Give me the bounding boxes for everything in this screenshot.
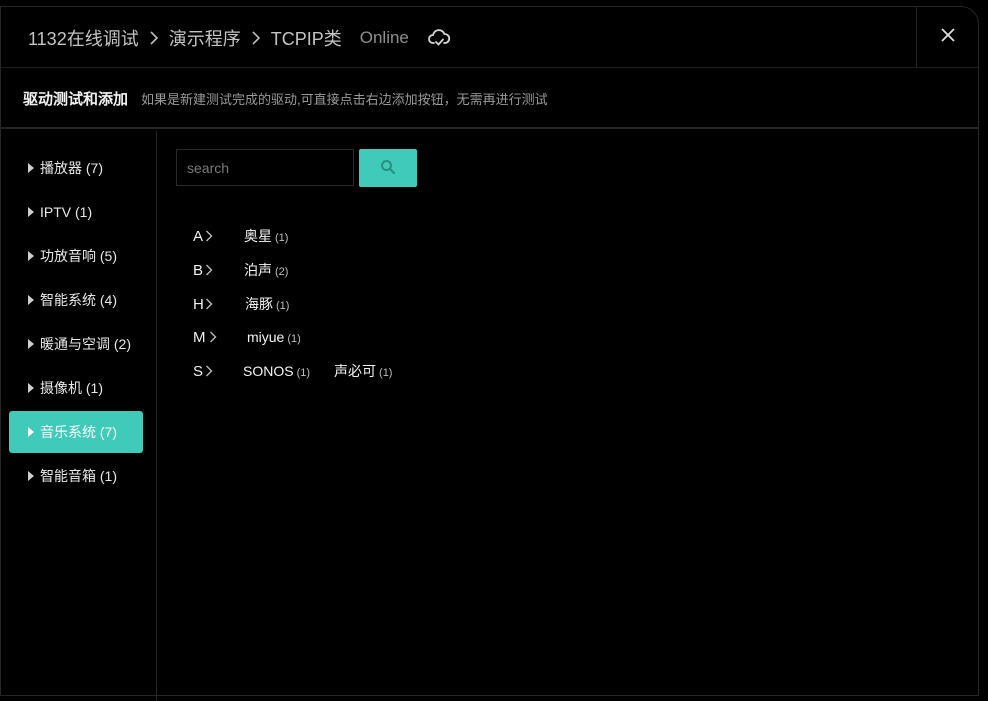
brand-item[interactable]: miyue (1) <box>247 329 301 345</box>
chevron-right-icon <box>205 229 217 243</box>
letter-group-h: H 海豚 (1) <box>193 294 289 314</box>
sidebar-item-hvac[interactable]: 暖通与空调 (2) <box>9 323 143 365</box>
breadcrumb: 1132在线调试 演示程序 TCPIP类 Online <box>28 25 451 51</box>
letter-group-s: S SONOS (1) 声必可 (1) <box>193 361 392 381</box>
search-input[interactable] <box>176 149 354 186</box>
sidebar-item-label: 摄像机 (1) <box>40 380 103 396</box>
sidebar-item-smart-system[interactable]: 智能系统 (4) <box>9 279 143 321</box>
sidebar-item-music-system[interactable]: 音乐系统 (7) <box>9 411 143 453</box>
online-status: Online <box>359 28 409 47</box>
sidebar-item-label: 智能音箱 (1) <box>40 468 117 484</box>
group-letter: S <box>193 362 204 380</box>
group-letter: A <box>193 227 204 245</box>
brand-list-area: A 奥星(1) B 泊声(2) H 海豚(1) M miyue(1) S SON… <box>158 131 978 695</box>
brand-name: 泊声 <box>244 262 272 278</box>
cloud-check-icon <box>427 26 451 50</box>
sidebar-item-iptv[interactable]: IPTV (1) <box>9 191 143 233</box>
caret-right-icon <box>28 251 34 261</box>
brand-item[interactable]: 奥星 (1) <box>244 226 288 246</box>
breadcrumb-item-tcpip: TCPIP类 <box>270 29 342 49</box>
chevron-right-icon <box>143 27 165 49</box>
caret-right-icon <box>28 339 34 349</box>
group-letter: M <box>193 328 206 346</box>
sidebar-item-player[interactable]: 播放器 (7) <box>9 147 143 189</box>
section-hint: 如果是新建测试完成的驱动,可直接点击右边添加按钮，无需再进行测试 <box>141 91 548 107</box>
close-icon <box>940 28 955 47</box>
search-icon <box>380 159 396 178</box>
sidebar-item-label: 音乐系统 (7) <box>40 424 117 440</box>
brand-count: (1) <box>287 333 301 345</box>
breadcrumb-item-debug[interactable]: 1132在线调试 <box>28 25 139 51</box>
brand-name: 声必可 <box>334 363 377 379</box>
chevron-right-icon <box>205 297 217 311</box>
brand-name: SONOS <box>243 363 294 379</box>
brand-item[interactable]: 泊声 (2) <box>244 260 288 280</box>
sidebar-item-camera[interactable]: 摄像机 (1) <box>9 367 143 409</box>
group-letter: H <box>193 295 204 313</box>
sidebar-item-smart-speaker[interactable]: 智能音箱 (1) <box>9 455 143 497</box>
brand-count: (2) <box>275 266 289 278</box>
brand-name: 奥星 <box>244 228 272 244</box>
close-button[interactable] <box>916 7 978 68</box>
section-title: 驱动测试和添加 <box>23 90 129 108</box>
sidebar-item-label: 智能系统 (4) <box>40 292 117 308</box>
letter-group-m: M miyue (1) <box>193 327 301 347</box>
dialog-header: 1132在线调试 演示程序 TCPIP类 Online <box>1 7 978 68</box>
group-letter: B <box>193 261 204 279</box>
breadcrumb-item-demo[interactable]: 演示程序 <box>169 25 241 51</box>
sidebar-item-label: 暖通与空调 (2) <box>40 336 131 352</box>
chevron-right-icon <box>209 330 221 344</box>
brand-name: 海豚 <box>245 296 273 312</box>
caret-right-icon <box>28 471 34 481</box>
brand-name: miyue <box>247 329 285 345</box>
brand-count: (1) <box>296 367 311 379</box>
chevron-right-icon <box>205 263 217 277</box>
brand-item[interactable]: SONOS (1) <box>243 363 310 379</box>
caret-right-icon <box>28 427 34 437</box>
sidebar-item-label: 功放音响 (5) <box>40 248 117 264</box>
letter-group-b: B 泊声 (2) <box>193 260 288 280</box>
caret-right-icon <box>28 295 34 305</box>
search-button[interactable] <box>359 149 417 187</box>
caret-right-icon <box>28 207 34 217</box>
chevron-right-icon <box>205 364 217 378</box>
sidebar-item-label: IPTV (1) <box>40 204 93 220</box>
chevron-right-icon <box>245 27 267 49</box>
sidebar-item-amplifier[interactable]: 功放音响 (5) <box>9 235 143 277</box>
brand-count: (1) <box>275 232 289 244</box>
category-sidebar: 播放器 (7) IPTV (1) 功放音响 (5) 智能系统 (4) 暖通与空调… <box>1 131 157 701</box>
letter-group-a: A 奥星 (1) <box>193 226 288 246</box>
brand-count: (1) <box>276 300 290 312</box>
subheader: 驱动测试和添加 如果是新建测试完成的驱动,可直接点击右边添加按钮，无需再进行测试 <box>1 69 978 129</box>
caret-right-icon <box>28 383 34 393</box>
brand-item[interactable]: 声必可 (1) <box>334 361 392 381</box>
brand-count: (1) <box>379 367 393 379</box>
caret-right-icon <box>28 163 34 173</box>
sidebar-item-label: 播放器 (7) <box>40 160 103 176</box>
brand-item[interactable]: 海豚 (1) <box>245 294 289 314</box>
dialog-panel: 1132在线调试 演示程序 TCPIP类 Online 驱动测试和添加 如果是新… <box>0 6 979 701</box>
